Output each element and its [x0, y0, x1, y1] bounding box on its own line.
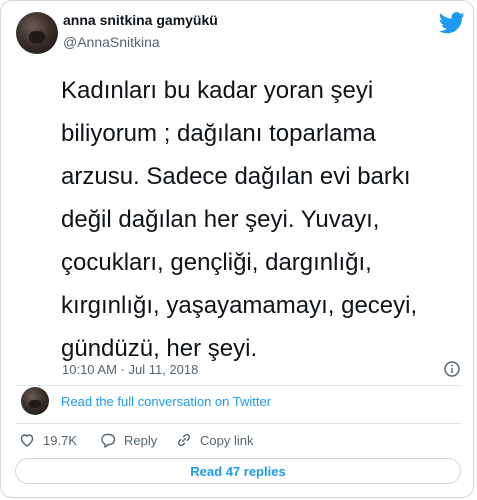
- read-conversation-link[interactable]: Read the full conversation on Twitter: [61, 394, 271, 409]
- author-name[interactable]: anna snitkina gamyükü: [63, 12, 218, 28]
- twitter-bird-icon[interactable]: [439, 12, 465, 34]
- tweet-card: anna snitkina gamyükü @AnnaSnitkina Kadı…: [0, 0, 474, 498]
- copy-link-button[interactable]: Copy link: [176, 431, 253, 449]
- divider: [15, 385, 461, 386]
- link-icon: [177, 433, 191, 447]
- like-button[interactable]: 19.7K: [19, 431, 77, 449]
- like-count: 19.7K: [43, 432, 77, 448]
- author-handle[interactable]: @AnnaSnitkina: [63, 34, 160, 50]
- reply-label: Reply: [124, 432, 158, 448]
- divider: [15, 423, 461, 424]
- tweet-timestamp[interactable]: 10:10 AM · Jul 11, 2018: [62, 362, 198, 377]
- author-avatar[interactable]: [16, 12, 58, 54]
- tweet-text: Kadınları bu kadar yoran şeyi biliyorum …: [61, 77, 418, 362]
- speech-bubble-icon: [101, 433, 116, 448]
- info-icon[interactable]: [444, 361, 460, 377]
- read-replies-button[interactable]: Read 47 replies: [15, 458, 461, 484]
- heart-icon: [20, 434, 34, 447]
- reply-button[interactable]: Reply: [100, 431, 157, 449]
- copy-link-label: Copy link: [200, 432, 254, 448]
- conversation-avatar[interactable]: [21, 387, 49, 415]
